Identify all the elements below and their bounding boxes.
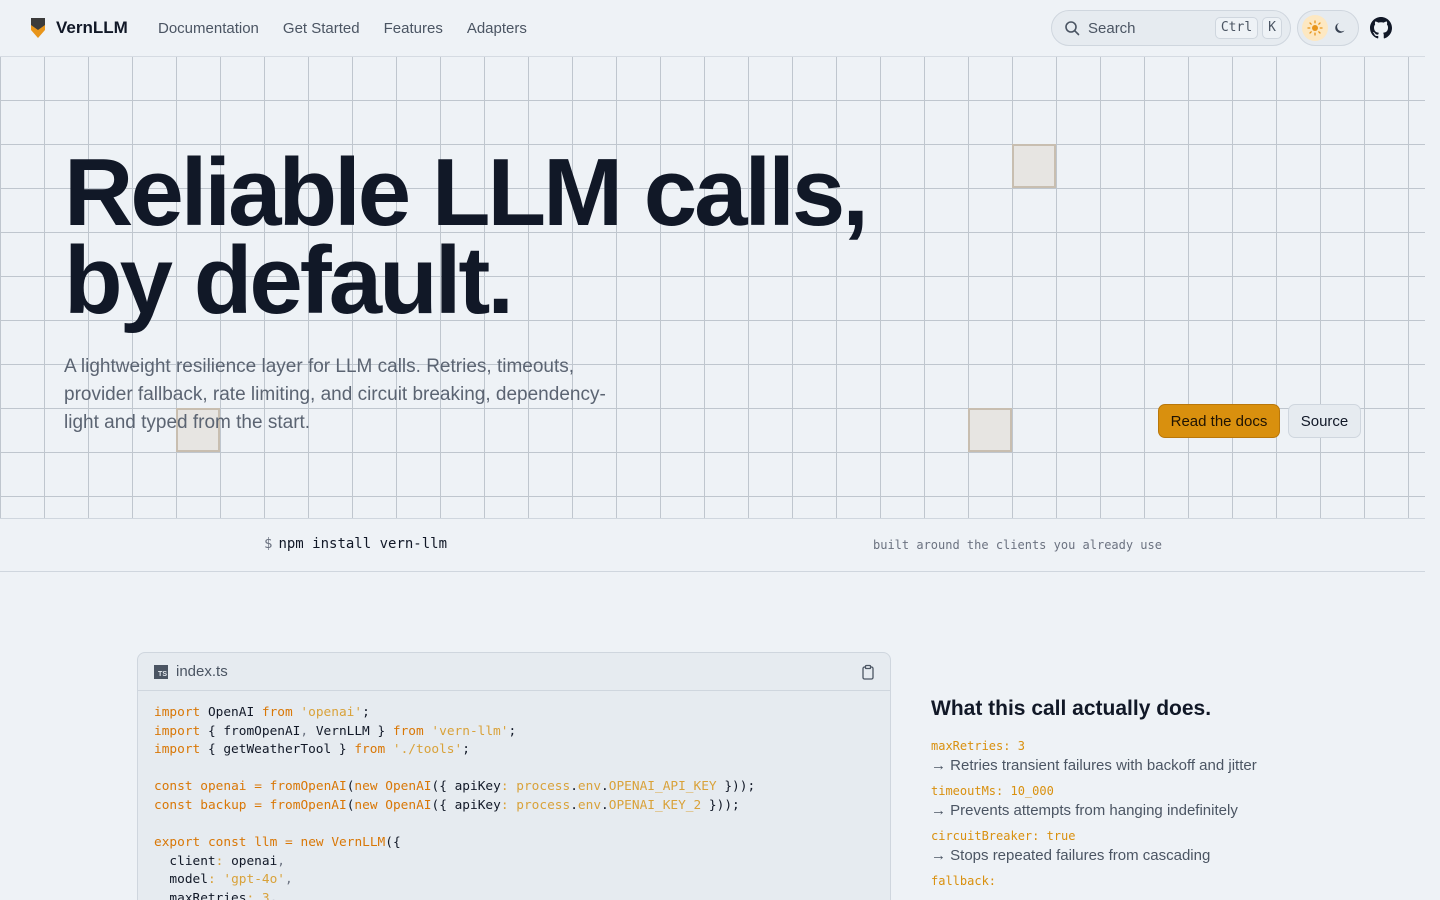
- github-icon[interactable]: [1370, 17, 1392, 39]
- shortcut-key-k: K: [1262, 17, 1282, 39]
- option-key: timeoutMs: 10_000: [931, 784, 1054, 798]
- top-nav: VernLLM Documentation Get Started Featur…: [0, 0, 1425, 57]
- code-line: import { fromOpenAI, VernLLM } from 'ver…: [154, 723, 517, 739]
- explainer-panel: What this call actually does. maxRetries…: [931, 697, 1351, 898]
- code-line: const openai = fromOpenAI(new OpenAI({ a…: [154, 779, 756, 795]
- option-key: maxRetries: 3: [931, 739, 1025, 753]
- shortcut-key-ctrl: Ctrl: [1214, 17, 1259, 39]
- search-icon: [1065, 21, 1080, 36]
- hero-title-line-1: Reliable LLM calls,: [64, 139, 869, 246]
- code-card-header: TS index.ts: [138, 653, 890, 691]
- option-item: timeoutMs: 10_000 → Prevents attempts fr…: [931, 784, 1351, 819]
- code-card: TS index.ts import OpenAI from 'openai';…: [137, 652, 891, 900]
- code-filename: index.ts: [176, 663, 228, 680]
- option-description: → Prevents attempts from hanging indefin…: [931, 802, 1238, 819]
- grid-highlight-cell: [1012, 144, 1056, 188]
- install-bar: $ npm install vern-llm built around the c…: [0, 519, 1425, 572]
- light-theme-button[interactable]: [1302, 15, 1328, 41]
- code-block: import OpenAI from 'openai'; import { fro…: [138, 691, 890, 900]
- code-line: import OpenAI from 'openai';: [154, 705, 370, 720]
- install-command[interactable]: $ npm install vern-llm: [264, 536, 447, 552]
- brand-mark-icon: [31, 18, 45, 38]
- hero-section: Reliable LLM calls, by default. A lightw…: [0, 57, 1425, 519]
- option-description: → Retries transient failures with backof…: [931, 757, 1257, 774]
- grid-highlight-cell: [968, 408, 1012, 452]
- install-note: built around the clients you already use: [873, 538, 1162, 552]
- install-command-text: npm install vern-llm: [278, 536, 448, 552]
- code-line: maxRetries: 3,: [154, 890, 278, 900]
- option-item: maxRetries: 3 → Retries transient failur…: [931, 739, 1351, 774]
- search-label: Search: [1088, 19, 1136, 37]
- code-line: const backup = fromOpenAI(new OpenAI({ a…: [154, 797, 740, 813]
- nav-link-adapters[interactable]: Adapters: [467, 20, 527, 37]
- hero-title: Reliable LLM calls, by default.: [64, 139, 869, 334]
- code-line: model: 'gpt-4o',: [154, 872, 293, 888]
- code-line: export const llm = new VernLLM({: [154, 835, 401, 851]
- sun-icon: [1307, 20, 1323, 36]
- nav-link-get-started[interactable]: Get Started: [283, 20, 360, 37]
- hero-subtitle: A lightweight resilience layer for LLM c…: [64, 356, 606, 433]
- clipboard-icon[interactable]: [860, 664, 876, 680]
- brand-logo[interactable]: VernLLM: [28, 16, 128, 40]
- nav-link-features[interactable]: Features: [384, 20, 443, 37]
- source-button[interactable]: Source: [1288, 404, 1361, 438]
- explainer-title: What this call actually does.: [931, 697, 1212, 720]
- hero-title-line-2: by default.: [64, 227, 514, 334]
- brand-name: VernLLM: [56, 18, 128, 37]
- option-item: fallback:: [931, 874, 1351, 888]
- option-item: circuitBreaker: true → Stops repeated fa…: [931, 829, 1351, 864]
- primary-nav: Documentation Get Started Features Adapt…: [158, 0, 527, 57]
- typescript-file-icon: TS: [154, 664, 168, 679]
- option-key: circuitBreaker: true: [931, 829, 1076, 843]
- read-docs-button[interactable]: Read the docs: [1158, 404, 1280, 438]
- option-key: fallback:: [931, 874, 997, 888]
- option-description: → Stops repeated failures from cascading: [931, 847, 1211, 864]
- nav-link-documentation[interactable]: Documentation: [158, 20, 259, 37]
- moon-icon: [1335, 23, 1345, 33]
- theme-toggle: [1297, 10, 1359, 46]
- search-button[interactable]: Search Ctrl K: [1051, 10, 1291, 46]
- code-line: client: openai,: [154, 853, 286, 869]
- shell-prompt: $: [264, 536, 273, 552]
- dark-theme-button[interactable]: [1328, 15, 1354, 41]
- code-line: import { getWeatherTool } from './tools'…: [154, 742, 470, 758]
